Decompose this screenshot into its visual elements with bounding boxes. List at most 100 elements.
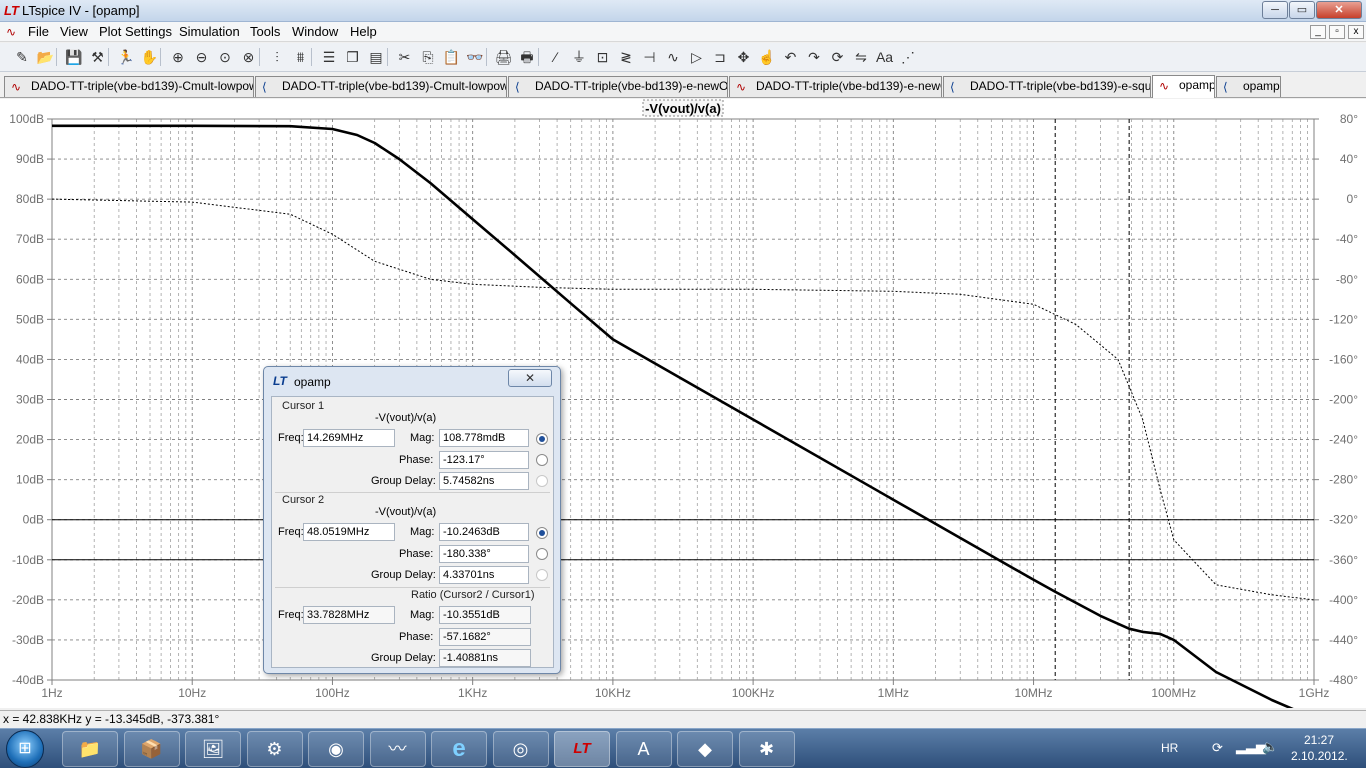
clock-time[interactable]: 21:27 bbox=[1304, 733, 1334, 747]
mirror-icon[interactable]: ⇋ bbox=[851, 47, 871, 67]
cursor2-group-delay-radio[interactable] bbox=[536, 569, 548, 581]
ratio-phase-label: Phase: bbox=[399, 631, 434, 643]
windows-taskbar: ⊞ 📁 📦 🖼 ⚙ ◉ 〰 e ◎ LT A ◆ ✱ HR ⟳ ▂▃▅ 🔈 21:27 2.10.20… bbox=[0, 728, 1366, 768]
paint-icon[interactable]: ✱ bbox=[738, 731, 795, 767]
mdi-close-button[interactable]: x bbox=[1348, 25, 1364, 39]
cursor2-group-delay-field[interactable]: 4.33701ns bbox=[439, 566, 529, 584]
halt-icon[interactable]: ✋ bbox=[140, 47, 160, 67]
move-icon[interactable]: ✥ bbox=[734, 47, 754, 67]
diode-icon[interactable]: ▷ bbox=[687, 47, 707, 67]
tab-schematic[interactable]: ⟨ DADO-TT-triple(vbe-bd139)-Cmult-lowpow-… bbox=[255, 76, 507, 97]
cursor2-phase-field[interactable]: -180.338° bbox=[439, 545, 529, 563]
cursor1-group-delay-radio[interactable] bbox=[536, 475, 548, 487]
close-button[interactable]: ✕ bbox=[1316, 1, 1362, 19]
maximize-button[interactable]: ▭ bbox=[1289, 1, 1315, 19]
menu-tools[interactable]: Tools bbox=[250, 24, 280, 39]
spice-directive-icon[interactable]: ⋰ bbox=[898, 47, 918, 67]
cursor2-phase-radio[interactable] bbox=[536, 548, 548, 560]
cursor2-mag-radio[interactable] bbox=[536, 527, 548, 539]
language-indicator[interactable]: HR bbox=[1161, 741, 1178, 755]
print-setup-icon[interactable]: 🖨 bbox=[494, 47, 514, 67]
volume-icon[interactable]: 🔈 bbox=[1262, 739, 1278, 755]
oscilloscope-icon[interactable]: 〰 bbox=[369, 731, 426, 767]
media-burner-icon[interactable]: ◉ bbox=[308, 731, 364, 767]
cursor1-mag-field[interactable]: 108.778mdB bbox=[439, 429, 529, 447]
menu-simulation[interactable]: Simulation bbox=[179, 24, 240, 39]
cursor1-mag-radio[interactable] bbox=[536, 433, 548, 445]
tab-waveform[interactable]: ∿ DADO-TT-triple(vbe-bd139)-Cmult-lowpow-… bbox=[4, 76, 254, 97]
cursor1-phase-field[interactable]: -123.17° bbox=[439, 451, 529, 469]
rotate-icon[interactable]: ⟳ bbox=[828, 47, 848, 67]
cursor1-phase-radio[interactable] bbox=[536, 454, 548, 466]
tab-schematic[interactable]: ⟨ DADO-TT-triple(vbe-bd139)-e-square bbox=[943, 76, 1151, 97]
zoom-out-icon[interactable]: ⊖ bbox=[192, 47, 212, 67]
menu-plot-settings[interactable]: Plot Settings bbox=[99, 24, 172, 39]
mdi-minimize-button[interactable]: _ bbox=[1310, 25, 1326, 39]
installer-icon[interactable]: 📦 bbox=[123, 731, 180, 767]
dialog-close-button[interactable]: ✕ bbox=[508, 369, 552, 387]
tab-schematic[interactable]: ⟨ opamp bbox=[1216, 76, 1281, 97]
document-viewer-icon[interactable]: A bbox=[615, 731, 672, 767]
copy-icon[interactable]: ⎘ bbox=[418, 47, 438, 67]
start-button[interactable]: ⊞ bbox=[6, 730, 44, 768]
component-icon[interactable]: ⊐ bbox=[710, 47, 730, 67]
trace-title[interactable]: -V(vout)/v(a) bbox=[645, 101, 721, 116]
fit-icon[interactable]: ⩩ bbox=[291, 47, 311, 67]
zoom-fit-icon[interactable]: ⊙ bbox=[215, 47, 235, 67]
photo-viewer-icon[interactable]: 🖼 bbox=[185, 731, 241, 767]
ratio-mag-label: Mag: bbox=[410, 609, 435, 621]
tab-waveform[interactable]: ∿ DADO-TT-triple(vbe-bd139)-e-newOPS bbox=[729, 76, 942, 97]
menu-view[interactable]: View bbox=[60, 24, 88, 39]
run-icon[interactable]: 🏃 bbox=[116, 47, 136, 67]
wire-icon[interactable]: ∕ bbox=[546, 47, 566, 67]
save-icon[interactable]: 💾 bbox=[64, 47, 84, 67]
zoom-in-icon[interactable]: ⊕ bbox=[168, 47, 188, 67]
cut-icon[interactable]: ✂ bbox=[395, 47, 415, 67]
sync-icon[interactable]: ⟳ bbox=[1212, 740, 1223, 756]
tab-waveform[interactable]: ∿ opamp bbox=[1152, 75, 1215, 98]
redo-icon[interactable]: ↷ bbox=[804, 47, 824, 67]
notes-icon[interactable]: ◆ bbox=[677, 731, 733, 767]
menu-help[interactable]: Help bbox=[350, 24, 377, 39]
tile-horizontal-icon[interactable]: ☰ bbox=[319, 47, 339, 67]
cursor2-freq-field[interactable]: 48.0519MHz bbox=[303, 523, 395, 541]
menu-doc-icon[interactable]: ∿ bbox=[6, 25, 20, 39]
minimize-button[interactable]: ─ bbox=[1262, 1, 1288, 19]
label-icon[interactable]: ⊡ bbox=[593, 47, 613, 67]
paste-icon[interactable]: 📋 bbox=[442, 47, 462, 67]
undo-icon[interactable]: ↶ bbox=[781, 47, 801, 67]
ltspice-icon[interactable]: LT bbox=[554, 731, 610, 767]
new-schematic-icon[interactable]: ✎ bbox=[12, 47, 32, 67]
find-icon[interactable]: 👓 bbox=[465, 47, 485, 67]
internet-explorer-icon[interactable]: e bbox=[431, 731, 487, 767]
zoom-cancel-icon[interactable]: ⊗ bbox=[239, 47, 259, 67]
open-icon[interactable]: 📂 bbox=[36, 47, 56, 67]
ground-icon[interactable]: ⏚ bbox=[569, 47, 589, 67]
mdi-restore-button[interactable]: ▫ bbox=[1329, 25, 1345, 39]
cursor2-mag-field[interactable]: -10.2463dB bbox=[439, 523, 529, 541]
menu-window[interactable]: Window bbox=[292, 24, 338, 39]
cascade-icon[interactable]: ❐ bbox=[343, 47, 363, 67]
cursor1-group-delay-field[interactable]: 5.74582ns bbox=[439, 472, 529, 490]
cursor-readout-dialog[interactable]: LT opamp ✕ Cursor 1 -V(vout)/v(a) Freq: … bbox=[263, 366, 561, 674]
tab-schematic[interactable]: ⟨ DADO-TT-triple(vbe-bd139)-e-newOPS bbox=[508, 76, 728, 97]
media-player-icon[interactable]: ◎ bbox=[492, 731, 549, 767]
bode-plot-svg[interactable]: 100dB 90dB 80dB 70dB 60dB 50dB 40dB 30dB 20dB 10d… bbox=[0, 99, 1366, 708]
capacitor-icon[interactable]: ⊣ bbox=[640, 47, 660, 67]
inductor-icon[interactable]: ∿ bbox=[663, 47, 683, 67]
cursor1-freq-field[interactable]: 14.269MHz bbox=[303, 429, 395, 447]
resistor-icon[interactable]: ≷ bbox=[616, 47, 636, 67]
control-panel-icon[interactable]: ⚒ bbox=[88, 47, 108, 67]
engineering-tool-icon[interactable]: ⚙ bbox=[246, 731, 303, 767]
autorange-icon[interactable]: ⫶ bbox=[267, 47, 287, 67]
waveform-plot[interactable]: 100dB 90dB 80dB 70dB 60dB 50dB 40dB 30dB 20dB 10d… bbox=[0, 99, 1366, 708]
y-right-tick-label: 0° bbox=[1347, 192, 1359, 206]
clock-date[interactable]: 2.10.2012. bbox=[1291, 749, 1348, 763]
text-icon[interactable]: Aa bbox=[875, 47, 895, 67]
tile-vertical-icon[interactable]: ▤ bbox=[366, 47, 386, 67]
file-explorer-icon[interactable]: 📁 bbox=[62, 731, 118, 767]
print-icon[interactable]: 🖶 bbox=[517, 47, 537, 67]
menu-file[interactable]: File bbox=[28, 24, 49, 39]
drag-icon[interactable]: ☝ bbox=[757, 47, 777, 67]
title-bar[interactable]: LT LTspice IV - [opamp] ─ ▭ ✕ bbox=[0, 0, 1366, 22]
